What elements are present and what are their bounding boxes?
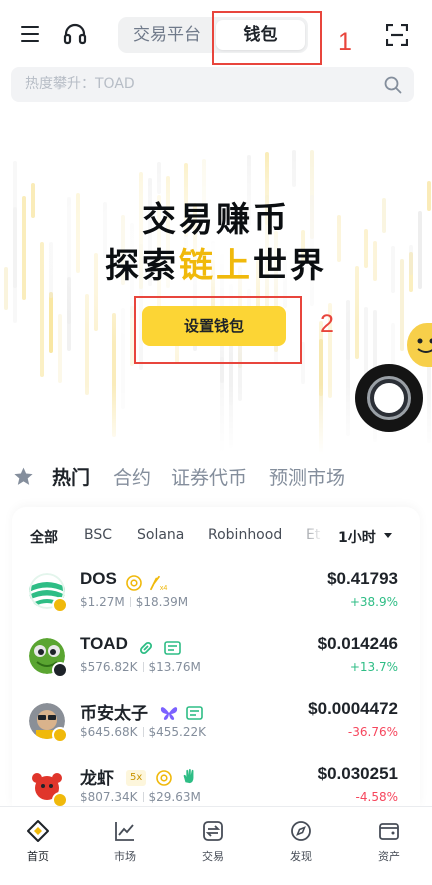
token-row[interactable]: 龙虾 5x $807.34K $29.63M $0.030251 -4.58% — [12, 760, 420, 807]
tab-prediction-markets[interactable]: 预测市场 — [269, 463, 345, 490]
favorites-star-icon[interactable] — [13, 466, 34, 487]
nav-assets[interactable]: 资产 — [346, 819, 432, 869]
token-name: 币安太子 — [80, 704, 148, 723]
token-price: $0.41793 — [327, 569, 398, 588]
swap-icon — [203, 821, 223, 841]
nav-label: 资产 — [378, 850, 400, 863]
token-price: $0.0004472 — [308, 699, 398, 718]
token-change: -4.58% — [355, 790, 398, 804]
chain-filter-bsc[interactable]: BSC — [84, 527, 112, 543]
at-icon — [126, 575, 142, 591]
token-row[interactable]: 币安太子 $645.68K $455.22K $0.0004472 -36.76% — [12, 695, 420, 759]
wallet-icon — [379, 823, 399, 840]
token-volume: $1.27M — [80, 595, 125, 609]
token-volume-mcap: $576.82K $13.76M — [80, 660, 201, 674]
nav-label: 市场 — [114, 850, 136, 863]
menu-icon[interactable] — [21, 26, 39, 42]
contract-icon — [186, 706, 203, 720]
search-bar[interactable]: 热度攀升：TOAD — [11, 67, 414, 102]
token-market-cap: $18.39M — [135, 595, 189, 609]
floating-assistant-button[interactable] — [355, 364, 423, 432]
token-row[interactable]: DOS x4 $1.27M $18.39M $0.41793 +38.9% — [12, 565, 420, 629]
nav-discover[interactable]: 发现 — [258, 819, 344, 869]
search-input[interactable]: 热度攀升：TOAD — [25, 67, 135, 102]
bottom-nav: 首页 市场 交易 发现 资产 — [0, 806, 432, 885]
pill-icon — [139, 641, 153, 655]
bnb-chain-badge — [52, 792, 68, 807]
svg-text:x4: x4 — [160, 584, 168, 591]
chain-filter-solana[interactable]: Solana — [137, 527, 184, 543]
at-icon — [156, 770, 172, 786]
token-price: $0.014246 — [317, 634, 398, 653]
chart-icon — [115, 822, 134, 841]
chain-filter-all[interactable]: 全部 — [30, 527, 58, 547]
scan-icon[interactable] — [386, 24, 408, 46]
multiplier-badge: 5x — [126, 770, 147, 786]
token-change: +13.7% — [349, 660, 398, 674]
hero-highlight: 链上 — [179, 246, 253, 286]
nav-label: 发现 — [290, 850, 312, 863]
token-change: +38.9% — [349, 595, 398, 609]
annotation-number-1: 1 — [338, 28, 352, 56]
annotation-box-1 — [212, 11, 322, 65]
nav-home[interactable]: 首页 — [0, 819, 81, 869]
boost-x4-icon: x4 — [150, 575, 168, 591]
token-change: -36.76% — [347, 725, 398, 739]
token-price: $0.030251 — [317, 764, 398, 783]
nav-trade[interactable]: 交易 — [170, 819, 256, 869]
hero-title-line2: 探索链上世界 — [105, 246, 327, 286]
token-row[interactable]: TOAD $576.82K $13.76M $0.014246 +13.7% — [12, 630, 420, 694]
mascot-float-icon[interactable] — [407, 323, 432, 367]
headset-icon[interactable] — [63, 23, 87, 45]
token-list-card: 全部 BSC Solana Robinhood Et 1小时 DOS x4 $1… — [12, 507, 420, 807]
token-volume: $807.34K — [80, 790, 138, 804]
bnb-chain-badge — [52, 597, 68, 613]
token-volume-mcap: $645.68K $455.22K — [80, 725, 206, 739]
token-volume: $576.82K — [80, 660, 138, 674]
tab-hot[interactable]: 热门 — [52, 463, 90, 490]
chevron-down-icon[interactable] — [384, 533, 392, 538]
token-volume-mcap: $807.34K $29.63M — [80, 790, 201, 804]
solana-chain-badge — [52, 662, 68, 678]
token-name: TOAD — [80, 634, 128, 653]
butterfly-icon — [160, 707, 178, 720]
nav-markets[interactable]: 市场 — [82, 819, 168, 869]
search-icon[interactable] — [384, 76, 402, 94]
token-volume: $645.68K — [80, 725, 138, 739]
tab-exchange[interactable]: 交易平台 — [118, 17, 216, 53]
chain-filter-robinhood[interactable]: Robinhood — [208, 527, 282, 543]
token-market-cap: $29.63M — [148, 790, 201, 804]
token-name: 龙虾 — [80, 769, 114, 788]
compass-icon — [291, 821, 311, 841]
nav-label: 交易 — [202, 850, 224, 863]
hand-icon — [183, 768, 194, 784]
nav-label: 首页 — [27, 850, 49, 863]
token-market-cap: $455.22K — [148, 725, 207, 739]
annotation-number-2: 2 — [320, 310, 334, 338]
contract-icon — [164, 641, 181, 655]
token-name: DOS — [80, 569, 117, 588]
bnb-chain-badge — [52, 727, 68, 743]
setup-wallet-button[interactable]: 设置钱包 — [142, 306, 286, 346]
token-market-cap: $13.76M — [148, 660, 201, 674]
timeframe-select[interactable]: 1小时 — [338, 527, 376, 547]
tab-security-tokens[interactable]: 证券代币 — [171, 463, 247, 490]
hero-title-line1: 交易赚币 — [142, 200, 290, 240]
token-volume-mcap: $1.27M $18.39M — [80, 595, 188, 609]
tab-futures[interactable]: 合约 — [113, 463, 151, 490]
home-icon — [27, 820, 49, 842]
